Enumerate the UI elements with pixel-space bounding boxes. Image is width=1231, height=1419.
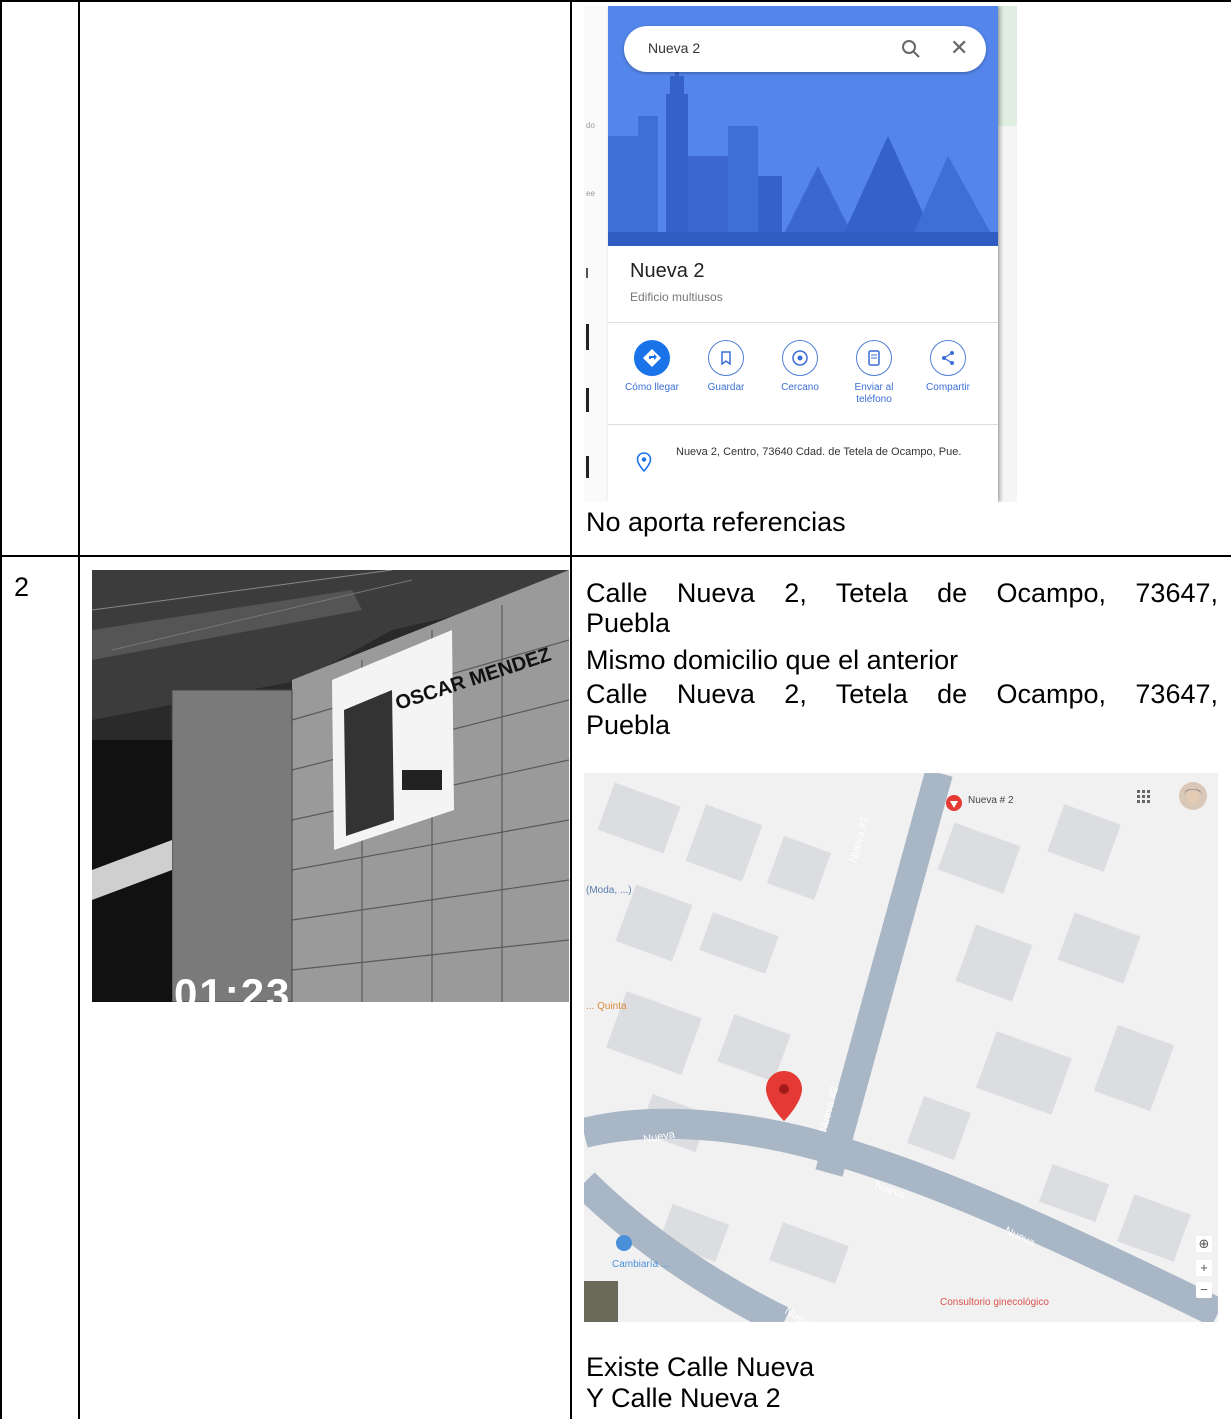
poi-label: Consultorio ginecológico bbox=[940, 1297, 1049, 1308]
poi-label: ... Quinta bbox=[586, 1001, 627, 1012]
photo-scene: OSCAR MENDEZ bbox=[92, 570, 569, 1002]
address-line-1-cont: Puebla bbox=[586, 608, 671, 638]
map-edge-left: do ee bbox=[584, 6, 608, 502]
row1-note: No aporta referencias bbox=[586, 507, 846, 537]
directions-icon bbox=[634, 340, 670, 376]
search-icon[interactable] bbox=[900, 38, 922, 60]
poi-label: (Moda, ...) bbox=[586, 885, 632, 896]
conclusion-line-1: Existe Calle Nueva bbox=[586, 1352, 815, 1382]
map-edge-fragments: do ee bbox=[586, 121, 595, 478]
maps-place-card-screenshot: do ee Nueva 2 ✕ Nueva 2 Edificio multius… bbox=[584, 6, 1017, 502]
place-panel: Nueva 2 ✕ Nueva 2 Edificio multiusos Cóm… bbox=[608, 6, 998, 502]
address-line-1: Calle Nueva 2, Tetela de Ocampo, 73647, bbox=[586, 578, 1218, 608]
apps-grid-icon[interactable] bbox=[1136, 789, 1152, 805]
phone-icon bbox=[856, 340, 892, 376]
city-illustration: Nueva 2 ✕ bbox=[608, 6, 998, 246]
location-pin-icon bbox=[636, 452, 652, 472]
column-divider-2 bbox=[570, 0, 572, 1419]
poi-label: Cambiaría ... bbox=[612, 1259, 670, 1270]
search-query[interactable]: Nueva 2 bbox=[648, 40, 700, 56]
share-button[interactable]: Compartir bbox=[910, 340, 986, 394]
nearby-label: Cercano bbox=[781, 382, 819, 393]
map-canvas: Nueva #2 Nueva #2 Nueva Nueva Nueva Nuev… bbox=[584, 773, 1218, 1322]
conclusion-line-2: Y Calle Nueva 2 bbox=[586, 1383, 781, 1413]
locate-icon[interactable]: ⊕ bbox=[1196, 1236, 1212, 1252]
divider bbox=[608, 424, 998, 425]
maps-search-box[interactable]: Nueva 2 ✕ bbox=[624, 26, 986, 72]
table-border-left bbox=[0, 0, 2, 1419]
zoom-out-button[interactable]: − bbox=[1196, 1282, 1212, 1298]
nearby-icon bbox=[782, 340, 818, 376]
column-divider-1 bbox=[78, 0, 80, 1419]
close-icon[interactable]: ✕ bbox=[950, 36, 968, 60]
street-photo: OSCAR MENDEZ 01:23 bbox=[92, 570, 569, 1002]
divider bbox=[608, 322, 998, 323]
directions-label: Cómo llegar bbox=[625, 382, 679, 393]
place-name: Nueva 2 bbox=[630, 260, 705, 282]
address-line-2: Calle Nueva 2, Tetela de Ocampo, 73647, bbox=[586, 679, 1218, 709]
row-number: 2 bbox=[14, 572, 30, 602]
same-address-note: Mismo domicilio que el anterior bbox=[586, 645, 959, 675]
video-timestamp: 01:23 bbox=[174, 970, 292, 1002]
street-map-screenshot[interactable]: Nueva #2 Nueva #2 Nueva Nueva Nueva Nuev… bbox=[584, 773, 1218, 1322]
send-to-phone-button[interactable]: Enviar al teléfono bbox=[836, 340, 912, 406]
svg-text:do: do bbox=[586, 121, 595, 130]
place-address: Nueva 2, Centro, 73640 Cdad. de Tetela d… bbox=[676, 446, 962, 458]
bookmark-icon bbox=[708, 340, 744, 376]
zoom-in-button[interactable]: + bbox=[1196, 1260, 1212, 1276]
user-avatar[interactable] bbox=[1178, 781, 1208, 811]
place-type: Edificio multiusos bbox=[630, 290, 723, 304]
save-button[interactable]: Guardar bbox=[688, 340, 764, 394]
send-to-phone-label: Enviar al teléfono bbox=[854, 382, 894, 405]
nearby-button[interactable]: Cercano bbox=[762, 340, 838, 394]
share-label: Compartir bbox=[926, 382, 970, 393]
row-divider bbox=[0, 555, 1231, 557]
share-icon bbox=[930, 340, 966, 376]
address-line-2-cont: Puebla bbox=[586, 710, 671, 740]
table-border-top bbox=[0, 0, 1231, 2]
svg-text:ee: ee bbox=[586, 189, 595, 198]
map-edge-right bbox=[998, 6, 1017, 502]
directions-button[interactable]: Cómo llegar bbox=[614, 340, 690, 394]
save-label: Guardar bbox=[707, 382, 745, 393]
place-label: Nueva # 2 bbox=[968, 795, 1014, 806]
